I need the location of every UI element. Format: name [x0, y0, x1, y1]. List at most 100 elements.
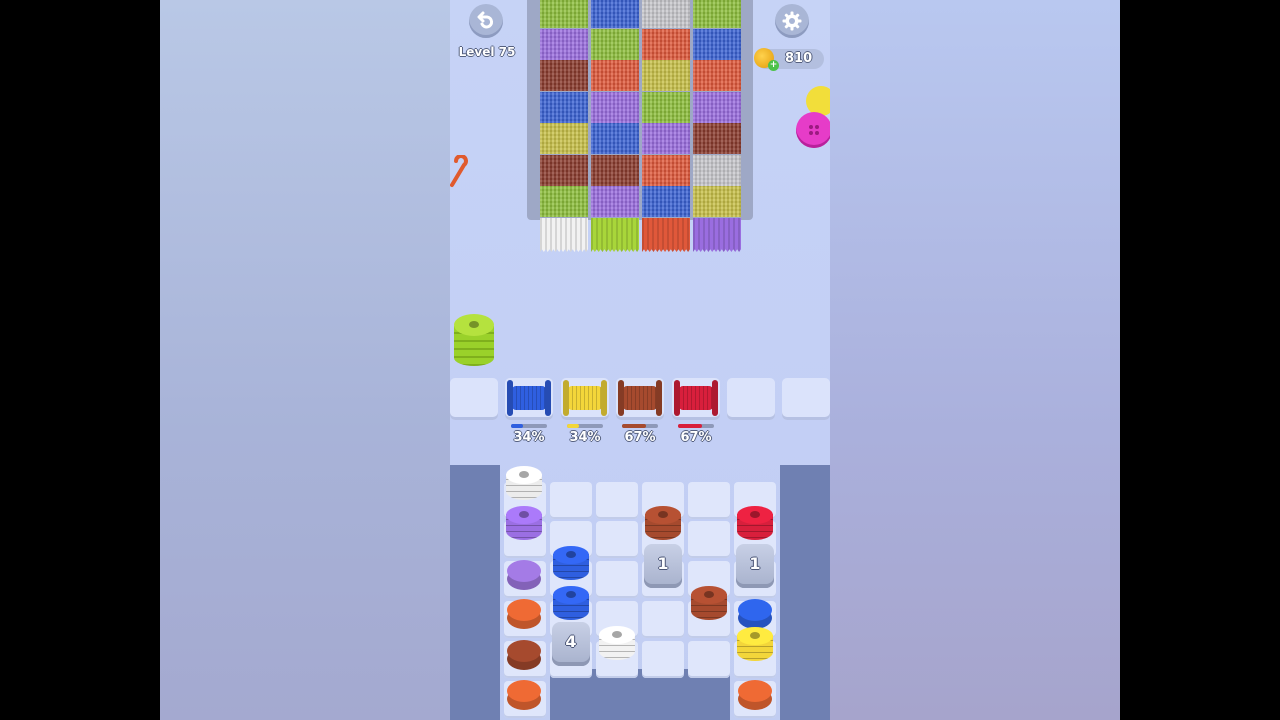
- pink-button-decoration: [796, 112, 830, 148]
- thread-spool[interactable]: [507, 380, 551, 416]
- spool-cap: [618, 380, 624, 416]
- settings-button[interactable]: [775, 4, 809, 38]
- board-cell[interactable]: [688, 482, 730, 519]
- coil-hole: [704, 591, 714, 598]
- board-cell[interactable]: [550, 482, 592, 519]
- add-coins-icon[interactable]: +: [768, 60, 779, 71]
- coil-hole: [519, 511, 529, 518]
- knit-cell: [540, 60, 588, 91]
- knit-cell: [693, 28, 741, 60]
- coil-hole: [612, 631, 622, 638]
- level-label: Level 75: [458, 45, 516, 59]
- hidden-stack[interactable]: 1: [736, 544, 774, 588]
- coil-hole: [566, 591, 576, 598]
- green-spool-stack[interactable]: [454, 314, 494, 366]
- tray-slot[interactable]: [727, 378, 775, 420]
- knit-cell: [540, 91, 588, 123]
- spool-progress-label: 34%: [513, 430, 545, 445]
- thread-disc[interactable]: [738, 680, 772, 710]
- thread-disc[interactable]: [738, 599, 772, 629]
- thread-disc[interactable]: [507, 560, 541, 590]
- hidden-stack-count: 1: [749, 554, 761, 573]
- button-holes-icon: [809, 125, 819, 135]
- yarn-fringe: [693, 218, 741, 252]
- disc-top: [507, 599, 541, 621]
- thread-spool[interactable]: [618, 380, 662, 416]
- knit-cell: [591, 0, 639, 28]
- disc-top: [507, 680, 541, 702]
- knit-cell: [693, 91, 741, 123]
- board-cell[interactable]: [596, 521, 638, 558]
- thread-spool[interactable]: [563, 380, 607, 416]
- coil-hole: [658, 511, 668, 518]
- tray-slot[interactable]: [450, 378, 498, 420]
- spool-cap: [601, 380, 607, 416]
- spool-cap: [563, 380, 569, 416]
- disc-top: [507, 640, 541, 662]
- knit-cell: [540, 123, 588, 154]
- hidden-stack[interactable]: 1: [644, 544, 682, 588]
- knit-cell: [642, 28, 690, 60]
- spool-coil[interactable]: [553, 546, 589, 582]
- spool-progress-bar: [511, 424, 547, 428]
- board-cell[interactable]: [688, 521, 730, 558]
- spool-coil[interactable]: [737, 506, 773, 542]
- coin-value: 810: [785, 51, 813, 66]
- coil-hole: [750, 511, 760, 518]
- spool-coil[interactable]: [506, 466, 542, 502]
- thread-disc[interactable]: [507, 680, 541, 710]
- knit-cell: [693, 60, 741, 91]
- knit-cell: [540, 154, 588, 186]
- gear-icon: [782, 11, 802, 31]
- spool-coil[interactable]: [737, 627, 773, 663]
- spool-coil[interactable]: [506, 506, 542, 542]
- background-left: [160, 0, 450, 720]
- board-cell[interactable]: [642, 641, 684, 678]
- spool-progress-label: 67%: [624, 430, 656, 445]
- spool-progress-fill: [622, 424, 647, 428]
- spool-coil[interactable]: [645, 506, 681, 542]
- knit-cell: [642, 123, 690, 154]
- game-screen: Level 75 + 810 34% 34% 67% 67% 1 1 4: [450, 0, 830, 720]
- disc-top: [507, 560, 541, 582]
- knit-cell: [642, 60, 690, 91]
- knit-cell: [591, 91, 639, 123]
- spool-thread: [623, 386, 657, 410]
- board-cell[interactable]: [596, 561, 638, 598]
- thread-spool[interactable]: [674, 380, 718, 416]
- thread-disc[interactable]: [507, 599, 541, 629]
- knit-cell: [540, 0, 588, 28]
- spool-cap: [656, 380, 662, 416]
- knit-cell: [642, 186, 690, 217]
- board-wall-right: [780, 465, 830, 720]
- board-cell[interactable]: [642, 601, 684, 638]
- spool-progress-bar: [567, 424, 603, 428]
- spool-coil[interactable]: [691, 586, 727, 622]
- board-cell[interactable]: [688, 641, 730, 678]
- spool-coil[interactable]: [599, 626, 635, 662]
- tray-slot[interactable]: [782, 378, 830, 420]
- spool-progress-label: 34%: [569, 430, 601, 445]
- thread-disc[interactable]: [507, 640, 541, 670]
- board-cell[interactable]: [596, 482, 638, 519]
- knit-cell: [693, 186, 741, 217]
- knit-cell: [591, 154, 639, 186]
- knit-cell: [591, 60, 639, 91]
- disc-top: [738, 680, 772, 702]
- spool-thread: [679, 386, 713, 410]
- yarn-fringe: [591, 218, 639, 252]
- spool-progress-bar: [678, 424, 714, 428]
- knit-cell: [642, 0, 690, 28]
- undo-arrow-icon: [477, 11, 494, 29]
- knit-cell: [540, 28, 588, 60]
- coin-counter[interactable]: + 810: [754, 48, 824, 71]
- spool-cap: [712, 380, 718, 416]
- undo-button[interactable]: [469, 4, 503, 38]
- hidden-stack[interactable]: 4: [552, 622, 590, 666]
- knit-cell: [540, 186, 588, 217]
- spool-progress-bar: [622, 424, 658, 428]
- board-wall-left: [450, 465, 500, 720]
- spool-coil[interactable]: [553, 586, 589, 622]
- spool-thread: [512, 386, 546, 410]
- spool-cap: [507, 380, 513, 416]
